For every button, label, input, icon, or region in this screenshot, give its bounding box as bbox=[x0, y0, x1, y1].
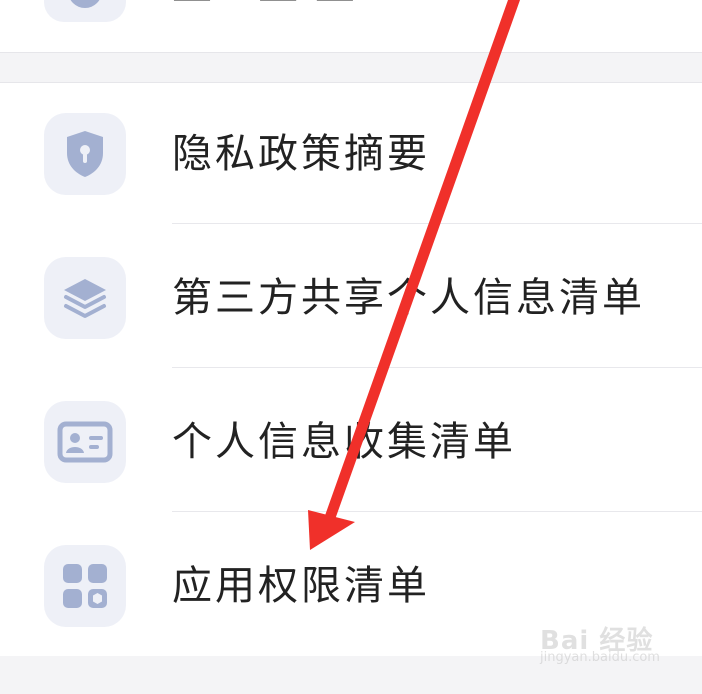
layers-icon bbox=[44, 257, 126, 339]
divider bbox=[172, 511, 702, 512]
watermark-url: jingyan.baidu.com bbox=[540, 650, 660, 665]
id-card-icon bbox=[44, 401, 126, 483]
menu-item-label: 个人信息收集清单 bbox=[172, 419, 516, 465]
privacy-menu-card: 隐私政策摘要 第三方共享个人信息清单 个人信息收集清单 应用权限清单 bbox=[0, 82, 702, 657]
divider bbox=[172, 223, 702, 224]
apps-grid-icon bbox=[44, 545, 126, 627]
partial-label: — · — — · bbox=[172, 0, 386, 20]
shield-keyhole-icon bbox=[44, 113, 126, 195]
menu-item-label: 应用权限清单 bbox=[172, 563, 430, 609]
partial-icon bbox=[44, 0, 126, 22]
menu-item-info-collection[interactable]: 个人信息收集清单 bbox=[0, 371, 702, 515]
menu-item-label: 隐私政策摘要 bbox=[172, 131, 430, 177]
menu-item-privacy-summary[interactable]: 隐私政策摘要 bbox=[0, 83, 702, 227]
menu-item-label: 第三方共享个人信息清单 bbox=[172, 275, 645, 321]
divider bbox=[172, 367, 702, 368]
baidu-jingyan-watermark: Bai 经验 jingyan.baidu.com bbox=[538, 612, 688, 670]
top-card-partial: — · — — · bbox=[0, 0, 702, 53]
menu-item-third-party-sharing[interactable]: 第三方共享个人信息清单 bbox=[0, 227, 702, 371]
